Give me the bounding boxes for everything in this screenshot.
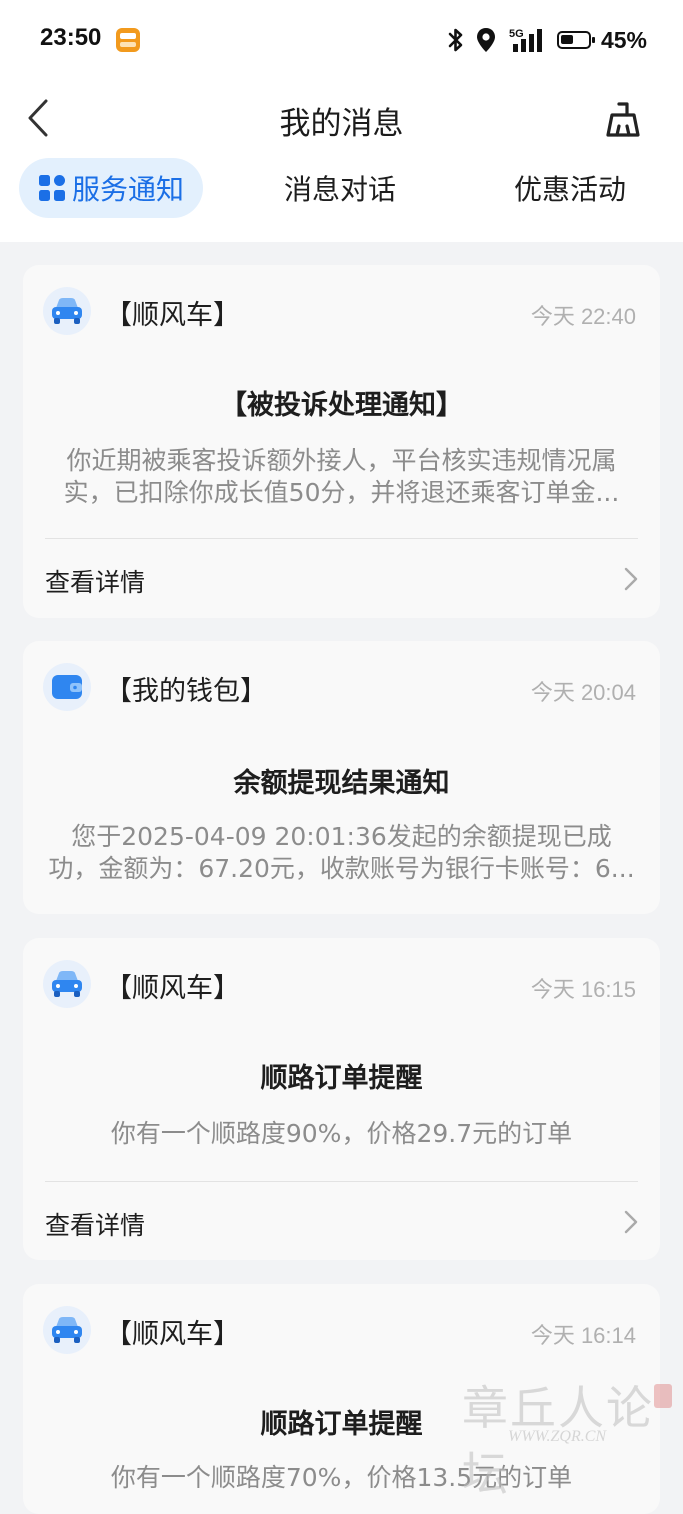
message-body-line: 你有一个顺路度90%，价格29.7元的订单 (110, 1119, 573, 1148)
card-divider (45, 538, 638, 539)
message-title: 【被投诉处理通知】 (220, 390, 463, 421)
grid-icon (38, 175, 65, 201)
message-time: 今天 16:14 (530, 1323, 636, 1348)
tab-message-chat[interactable]: 消息对话 (250, 158, 430, 218)
message-source: 【顺风车】 (105, 1319, 240, 1350)
view-details-link[interactable]: 查看详情 (45, 1206, 145, 1242)
message-source: 【我的钱包】 (105, 676, 267, 707)
message-title: 余额提现结果通知 (233, 768, 450, 799)
message-card[interactable]: 【我的钱包】 今天 20:04 余额提现结果通知 您于2025-04-09 20… (23, 641, 660, 914)
message-body-line: 实，已扣除你成长值50分，并将退还乘客订单金... (63, 478, 620, 507)
source-avatar (43, 663, 91, 711)
message-title: 顺路订单提醒 (260, 1063, 423, 1094)
message-card[interactable]: 【顺风车】 今天 16:15 顺路订单提醒 你有一个顺路度90%，价格29.7元… (23, 938, 660, 1260)
message-time: 今天 22:40 (530, 304, 636, 329)
app-header: 我的消息 (0, 80, 683, 156)
page-title: 我的消息 (279, 106, 404, 142)
status-bar: 23:50 5G 45% (0, 0, 683, 80)
message-body-line: 您于2025-04-09 20:01:36发起的余额提现已成 (71, 822, 612, 851)
tab-label: 优惠活动 (513, 173, 626, 206)
battery-icon (556, 31, 595, 49)
watermark-url: WWW.ZQR.CN (508, 1428, 607, 1445)
tab-service-notice[interactable]: 服务通知 (19, 158, 203, 218)
watermark-seal (654, 1384, 672, 1408)
tab-promotions[interactable]: 优惠活动 (480, 158, 660, 218)
car-icon (52, 971, 82, 997)
message-time: 今天 20:04 (530, 680, 636, 705)
view-details-link[interactable]: 查看详情 (45, 563, 145, 599)
broom-icon (606, 102, 640, 137)
status-time: 23:50 (40, 24, 102, 51)
message-card[interactable]: 【顺风车】 今天 22:40 【被投诉处理通知】 你近期被乘客投诉额外接人，平台… (23, 265, 660, 618)
chevron-right-icon (624, 567, 638, 591)
source-avatar (43, 960, 91, 1008)
wallet-icon (52, 675, 82, 699)
message-body-line: 功，金额为：67.20元，收款账号为银行卡账号：6... (48, 854, 635, 883)
card-divider (45, 1181, 638, 1182)
message-source: 【顺风车】 (105, 300, 240, 331)
signal-5g-icon: 5G (509, 28, 542, 52)
chevron-right-icon (624, 1210, 638, 1234)
message-body-line: 你近期被乘客投诉额外接人，平台核实违规情况属 (66, 446, 617, 475)
car-icon (52, 1317, 82, 1343)
message-tabs: 服务通知 消息对话 优惠活动 (0, 156, 683, 226)
source-avatar (43, 1306, 91, 1354)
message-body: 你近期被乘客投诉额外接人，平台核实违规情况属 实，已扣除你成长值50分，并将退还… (45, 445, 638, 509)
tab-label: 消息对话 (283, 173, 396, 206)
message-source: 【顺风车】 (105, 973, 240, 1004)
location-icon (476, 28, 495, 52)
message-body: 您于2025-04-09 20:01:36发起的余额提现已成 功，金额为：67.… (45, 821, 638, 885)
tab-label: 服务通知 (71, 173, 184, 206)
notification-app-icon (116, 28, 140, 52)
message-time: 今天 16:15 (530, 977, 636, 1002)
car-icon (52, 298, 82, 324)
network-label: 5G (509, 28, 524, 40)
status-icons: 5G 45% (447, 24, 647, 56)
message-body: 你有一个顺路度90%，价格29.7元的订单 (45, 1118, 638, 1150)
bluetooth-icon (448, 28, 463, 52)
clear-unread-button[interactable] (603, 100, 643, 140)
source-avatar (43, 287, 91, 335)
battery-percent: 45% (600, 26, 647, 53)
